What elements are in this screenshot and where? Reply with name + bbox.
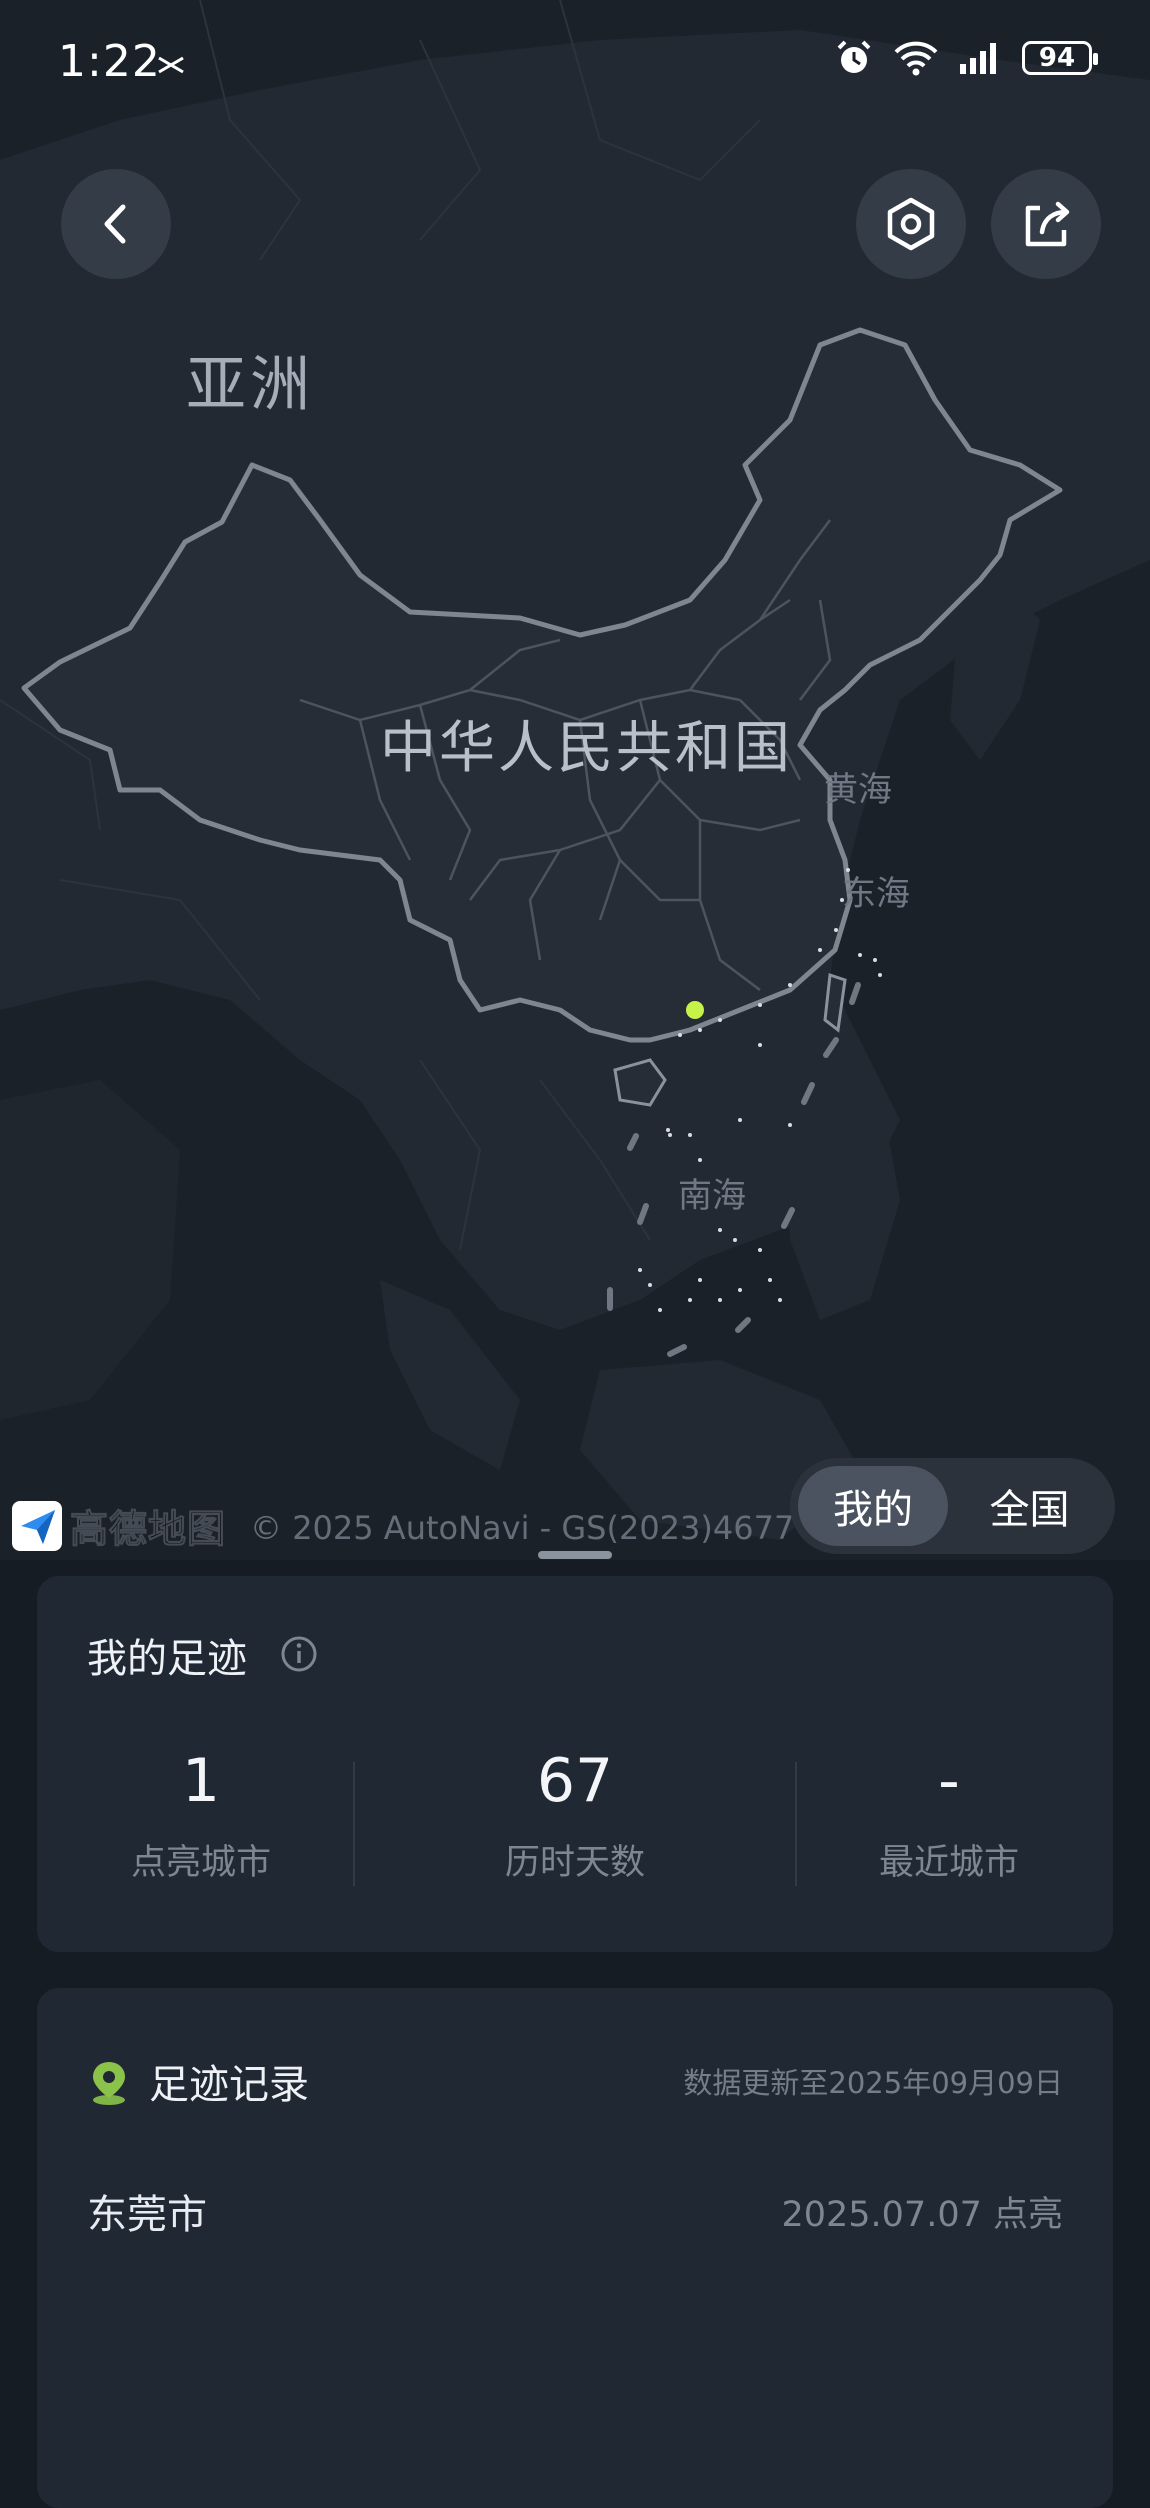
- status-bar: 1:22 94: [0, 0, 1150, 130]
- hexagon-settings-icon: [887, 197, 935, 251]
- location-pin-icon: [93, 2062, 125, 2105]
- map-copyright: © 2025 AutoNavi - GS(2023)4677号: [250, 1508, 827, 1547]
- status-time: 1:22: [58, 36, 161, 87]
- stat-lit-cities: 1 点亮城市: [51, 1746, 351, 1885]
- alarm-icon: [837, 40, 871, 73]
- toggle-all[interactable]: 全国: [952, 1466, 1107, 1546]
- share-button[interactable]: [991, 169, 1101, 279]
- info-icon[interactable]: [279, 1634, 319, 1674]
- map-label-continent: 亚洲: [186, 350, 314, 420]
- stat-days: 67 历时天数: [425, 1746, 725, 1885]
- stat-recent-city: - 最近城市: [799, 1746, 1099, 1885]
- toggle-mine[interactable]: 我的: [798, 1466, 948, 1546]
- scope-toggle[interactable]: 我的 全国: [790, 1458, 1115, 1554]
- stat-lit-cities-label: 点亮城市: [130, 1843, 271, 1883]
- record-city: 东莞市: [87, 2192, 207, 2238]
- map-view[interactable]: 亚洲 中华人民共和国 黄海 东海 南海: [0, 0, 1150, 1560]
- map-label-country: 中华人民共和国: [380, 716, 793, 781]
- amap-logo-text: 高德地图: [69, 1507, 227, 1552]
- settings-button[interactable]: [856, 169, 966, 279]
- map-attribution: 高德地图 © 2025 AutoNavi - GS(2023)4677号: [12, 1498, 826, 1553]
- notification-icon: [158, 56, 184, 74]
- stat-lit-cities-value: 1: [181, 1746, 221, 1816]
- footprint-title: 我的足迹: [87, 1636, 247, 1682]
- records-title: 足迹记录: [149, 2062, 309, 2108]
- footprint-records-card: 足迹记录 数据更新至2025年09月09日 东莞市 2025.07.07 点亮: [37, 1988, 1113, 2508]
- back-button[interactable]: [61, 169, 171, 279]
- footprint-summary-card: 我的足迹 1 点亮城市 67 历时天数 - 最近城市: [37, 1576, 1113, 1952]
- stat-days-value: 67: [536, 1746, 614, 1816]
- map-label-east-sea: 东海: [842, 874, 910, 914]
- stat-recent-city-label: 最近城市: [878, 1843, 1019, 1883]
- share-icon: [1025, 201, 1070, 247]
- stat-divider: [795, 1762, 797, 1886]
- stat-divider: [353, 1762, 355, 1886]
- amap-logo: [12, 1500, 62, 1551]
- record-date: 2025.07.07 点亮: [781, 2195, 1063, 2235]
- city-marker[interactable]: [686, 1001, 704, 1019]
- battery-icon: 94: [1022, 41, 1098, 75]
- navigation-arrow-icon: [21, 1509, 55, 1544]
- stat-days-label: 历时天数: [504, 1843, 645, 1883]
- map-label-yellow-sea: 黄海: [824, 770, 892, 810]
- chevron-left-icon: [104, 204, 126, 244]
- signal-icon: [960, 43, 996, 74]
- drag-handle[interactable]: [538, 1551, 612, 1559]
- wifi-icon: [894, 41, 938, 76]
- stat-recent-city-value: -: [938, 1746, 960, 1816]
- records-updated: 数据更新至2025年09月09日: [683, 2066, 1063, 2100]
- map-label-south-sea: 南海: [678, 1176, 746, 1216]
